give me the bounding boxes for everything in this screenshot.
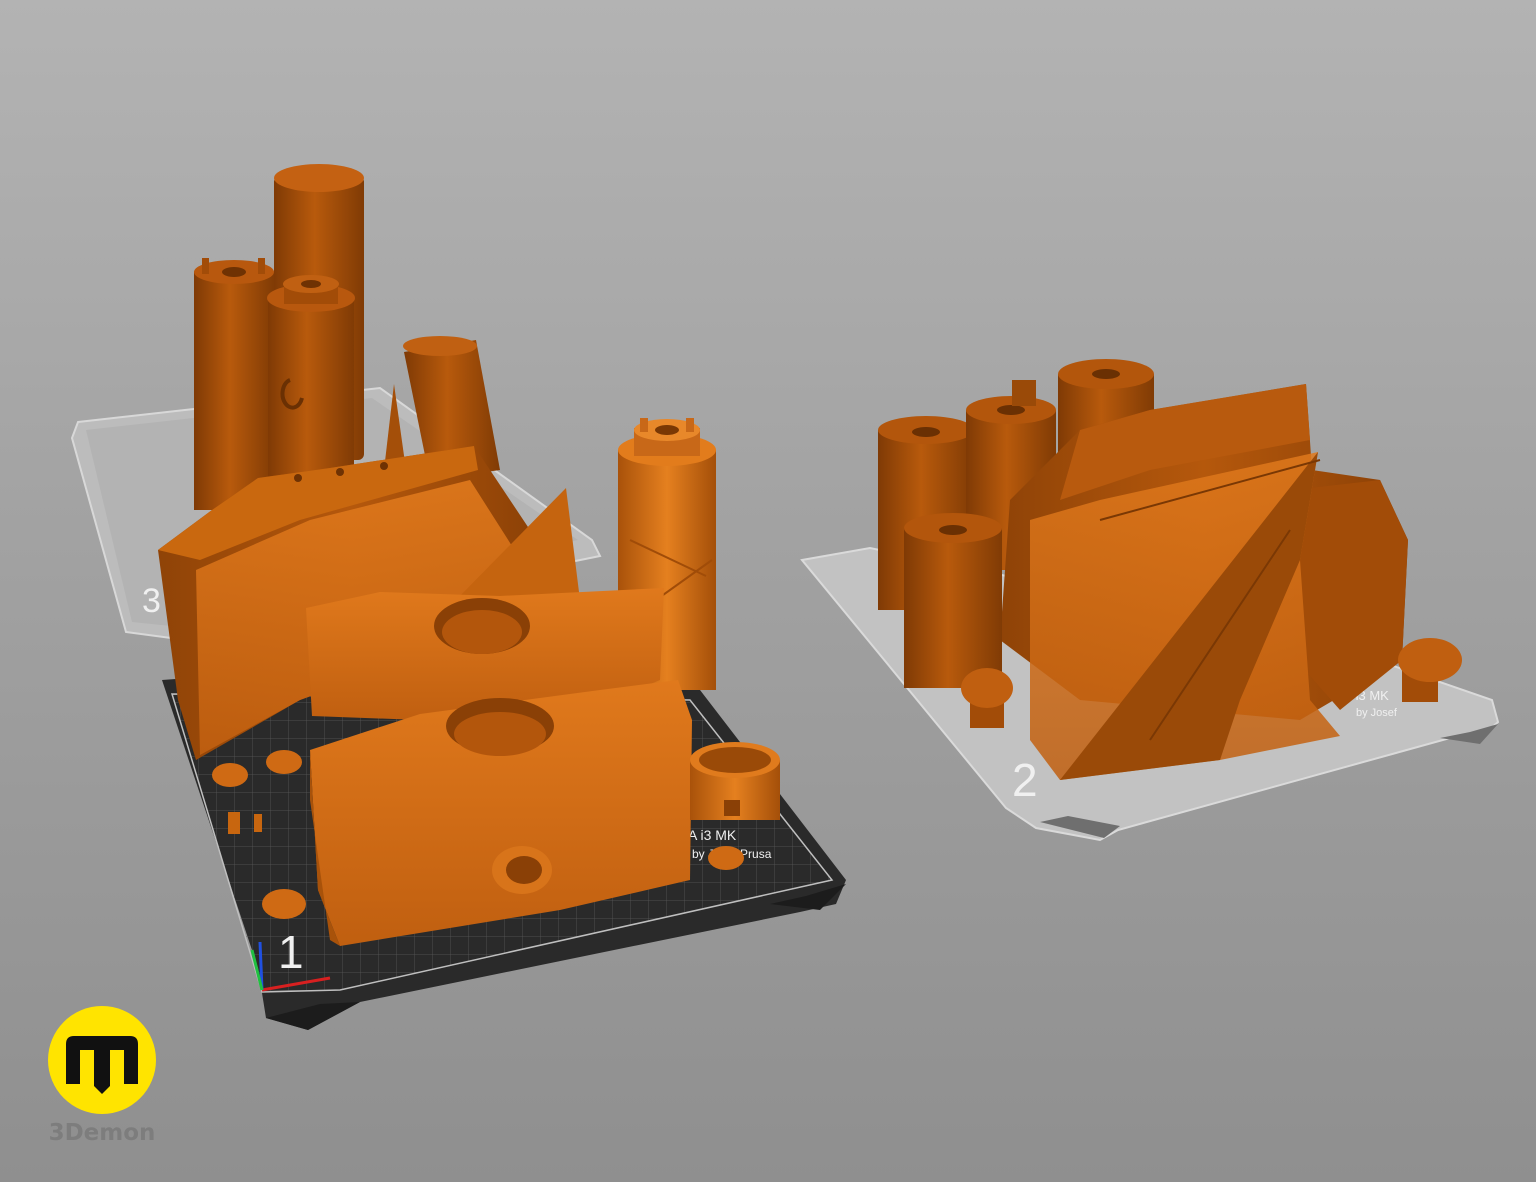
dome-part-4[interactable]: [708, 846, 744, 870]
build-plate-scene[interactable]: 3 2 USA i3 MK by Josef 1 A i3 MK by Jose…: [0, 0, 1536, 1182]
bed2-cylinder-d[interactable]: [904, 513, 1002, 688]
peg-part-1[interactable]: [228, 812, 240, 834]
keyed-cylinder-model-a[interactable]: [194, 258, 274, 510]
keyed-cylinder-model-b[interactable]: [267, 275, 355, 476]
bed-number-1: 1: [278, 926, 304, 978]
dome-part-2[interactable]: [266, 750, 302, 774]
bed-number-3: 3: [142, 582, 161, 620]
bed-2-label-line2: by Josef: [1356, 707, 1398, 719]
dome-part-3[interactable]: [262, 889, 306, 919]
3demon-logo-icon: [48, 1006, 156, 1114]
watermark-text: 3Demon: [48, 1120, 156, 1146]
bed-1-label-line1: A i3 MK: [688, 827, 737, 843]
ring-model[interactable]: [690, 742, 780, 820]
bed-number-2: 2: [1012, 754, 1038, 806]
dome-part-1[interactable]: [212, 763, 248, 787]
3demon-watermark: 3Demon: [44, 1004, 164, 1154]
3d-viewport[interactable]: 3 2 USA i3 MK by Josef 1 A i3 MK by Jose…: [0, 0, 1536, 1182]
peg-part-2[interactable]: [254, 814, 262, 832]
